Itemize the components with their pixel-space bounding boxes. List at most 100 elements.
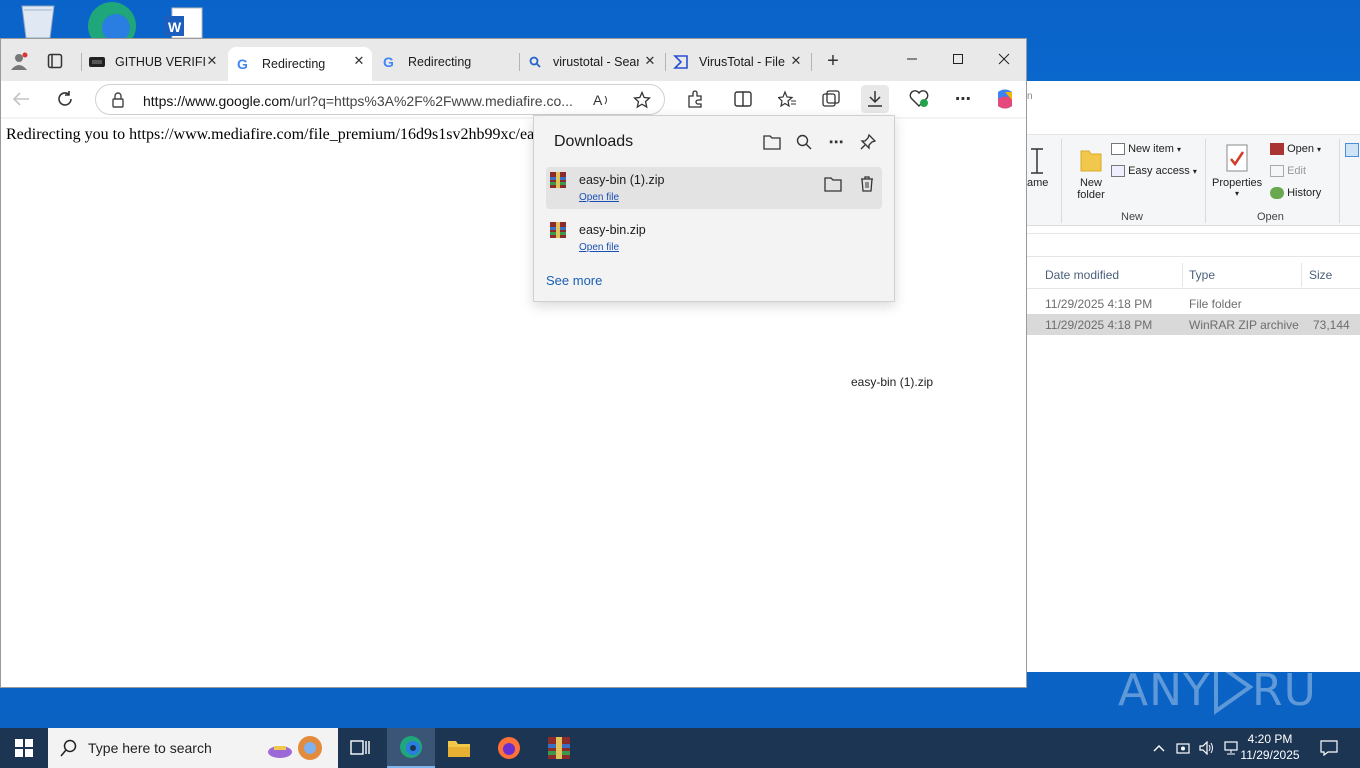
new-folder-label: New: [1079, 177, 1102, 189]
properties-icon: [1226, 144, 1248, 172]
recycle-bin-icon[interactable]: [16, 0, 60, 39]
show-in-folder-icon[interactable]: [822, 173, 844, 195]
close-window-button[interactable]: [981, 39, 1027, 79]
download-item[interactable]: easy-bin (1).zip Open file: [546, 167, 882, 209]
row-size: 73,144: [1313, 318, 1350, 332]
downloads-more-icon[interactable]: ⋯: [824, 130, 848, 154]
split-screen-icon[interactable]: [729, 85, 757, 113]
redirect-message: Redirecting you to https://www.mediafire…: [6, 126, 535, 143]
volume-icon[interactable]: [1196, 728, 1218, 768]
edit-button[interactable]: Edit: [1270, 165, 1307, 178]
downloads-icon[interactable]: [861, 85, 889, 113]
svg-text:ANY: ANY: [1118, 665, 1211, 716]
download-filename: easy-bin.zip: [579, 223, 646, 237]
google-icon: G: [382, 54, 398, 70]
tab-title: VirusTotal - File: [699, 55, 785, 69]
start-button[interactable]: [0, 728, 48, 768]
column-separator[interactable]: [1301, 263, 1302, 287]
winrar-archive-icon: [550, 172, 566, 188]
downloads-panel: Downloads ⋯ easy-bin (1).zip Open file e…: [533, 115, 895, 302]
profile-icon[interactable]: [5, 47, 33, 75]
taskbar-clock[interactable]: 4:20 PM 11/29/2025: [1232, 731, 1308, 763]
see-more-link[interactable]: See more: [546, 273, 602, 288]
refresh-icon[interactable]: [51, 85, 79, 113]
anyrun-watermark: ANY RUN: [1118, 655, 1350, 728]
back-arrow-icon[interactable]: [7, 85, 35, 113]
tab-virustotal-file[interactable]: VirusTotal - File ✕: [665, 47, 809, 77]
column-separator[interactable]: [1182, 263, 1183, 287]
meet-now-icon[interactable]: [1172, 728, 1194, 768]
file-explorer-taskbar-icon[interactable]: [435, 728, 483, 768]
open-file-link[interactable]: Open file: [579, 192, 619, 203]
tab-title: virustotal - Sear: [553, 55, 639, 69]
address-bar[interactable]: https://www.google.com/url?q=https%3A%2F…: [95, 84, 665, 115]
minimize-button[interactable]: [889, 39, 935, 79]
maximize-button[interactable]: [935, 39, 981, 79]
windows-logo-icon: [15, 739, 33, 757]
dropdown-arrow-icon: ▾: [1234, 189, 1239, 198]
notifications-icon[interactable]: [1314, 728, 1344, 768]
taskbar-search-box[interactable]: Type here to search: [48, 728, 338, 768]
copilot-icon[interactable]: [991, 85, 1019, 113]
read-aloud-icon[interactable]: A: [588, 86, 616, 114]
dropdown-arrow-icon: ▾: [1176, 145, 1181, 154]
group-label-new: New: [1121, 211, 1144, 223]
history-button[interactable]: History: [1270, 187, 1321, 200]
delete-trash-icon[interactable]: [856, 173, 878, 195]
browser-essentials-icon[interactable]: [905, 85, 933, 113]
tab-virustotal-search[interactable]: virustotal - Sear ✕: [519, 47, 663, 77]
word-document-icon[interactable]: W: [160, 0, 204, 39]
easy-access-button[interactable]: Easy access ▾: [1111, 165, 1197, 178]
search-downloads-icon[interactable]: [792, 130, 816, 154]
url-host: https://www.google.com: [143, 93, 291, 109]
column-date-modified[interactable]: Date modified: [1045, 268, 1119, 282]
new-item-button[interactable]: New item ▾: [1111, 143, 1181, 156]
file-list-header: Date modified Type Size: [1027, 261, 1360, 289]
column-size[interactable]: Size: [1309, 268, 1332, 282]
collections-icon[interactable]: [817, 85, 845, 113]
close-tab-icon[interactable]: ✕: [643, 54, 657, 68]
tab-redirecting[interactable]: G Redirecting ✕: [374, 47, 518, 77]
ribbon-separator: [1061, 139, 1062, 223]
task-view-icon[interactable]: [336, 728, 384, 768]
show-hidden-icons-chevron-icon[interactable]: [1148, 728, 1170, 768]
drag-file-label: easy-bin (1).zip: [851, 375, 934, 389]
lock-icon[interactable]: [104, 86, 132, 114]
file-row-selected[interactable]: 11/29/2025 4:18 PM WinRAR ZIP archive 73…: [1027, 314, 1360, 335]
svg-text:RUN: RUN: [1252, 665, 1318, 716]
browser-toolbar: https://www.google.com/url?q=https%3A%2F…: [1, 81, 1026, 117]
favorites-icon[interactable]: [773, 85, 801, 113]
more-options-icon[interactable]: ⋯: [949, 85, 977, 113]
edge-taskbar-icon[interactable]: [387, 728, 435, 768]
select-all-button[interactable]: [1345, 143, 1359, 160]
edge-desktop-icon[interactable]: [86, 0, 136, 50]
group-label-open: Open: [1257, 211, 1284, 223]
favorite-star-icon[interactable]: [628, 86, 656, 114]
close-tab-icon[interactable]: ✕: [352, 54, 366, 68]
open-file-link[interactable]: Open file: [579, 242, 619, 253]
firefox-taskbar-icon[interactable]: [485, 728, 533, 768]
rename-label: ame: [1027, 177, 1049, 189]
open-downloads-folder-icon[interactable]: [760, 130, 784, 154]
close-tab-icon[interactable]: ✕: [789, 54, 803, 68]
properties-button[interactable]: Properties ▾: [1212, 143, 1262, 198]
extensions-icon[interactable]: [681, 85, 709, 113]
new-tab-plus-icon[interactable]: +: [819, 47, 847, 75]
winrar-taskbar-icon[interactable]: [535, 728, 583, 768]
close-tab-icon[interactable]: ✕: [205, 54, 219, 68]
column-type[interactable]: Type: [1189, 268, 1215, 282]
history-icon: [1270, 187, 1284, 200]
tab-github-verified[interactable]: GITHUB VERIFIED ✕: [81, 47, 225, 77]
open-button[interactable]: Open ▾: [1270, 143, 1322, 156]
tab-actions-icon[interactable]: [41, 47, 69, 75]
download-item[interactable]: easy-bin.zip Open file: [546, 217, 882, 259]
tab-redirecting-active[interactable]: G Redirecting ✕: [228, 47, 372, 81]
pin-icon[interactable]: [856, 130, 880, 154]
explorer-address-bar[interactable]: [1027, 233, 1360, 257]
url-text[interactable]: https://www.google.com/url?q=https%3A%2F…: [143, 93, 575, 109]
dropdown-arrow-icon: ▾: [1317, 145, 1322, 154]
svg-text:G: G: [237, 57, 248, 71]
edit-label: Edit: [1287, 165, 1307, 177]
new-folder-button[interactable]: New folder: [1071, 145, 1111, 201]
file-row[interactable]: 11/29/2025 4:18 PM File folder: [1027, 293, 1360, 314]
